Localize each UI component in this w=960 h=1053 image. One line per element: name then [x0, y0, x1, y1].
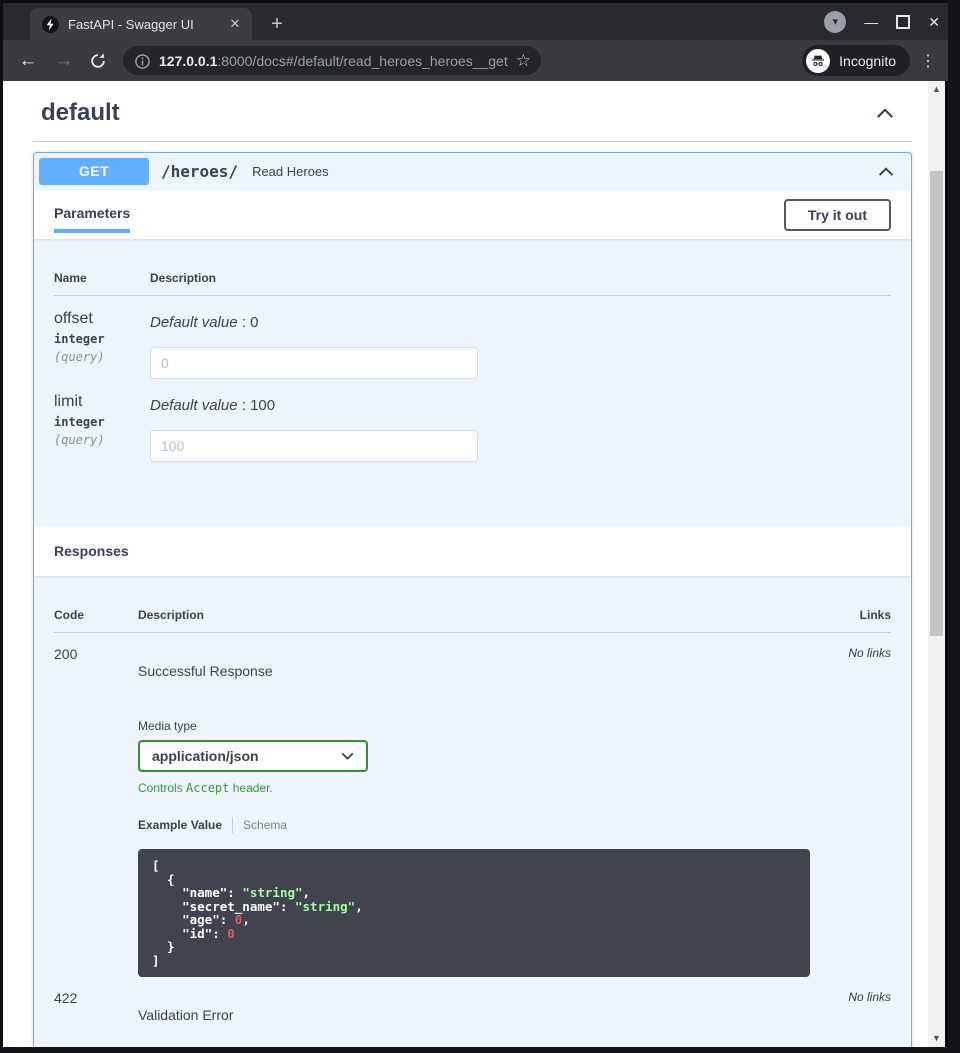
resp-col-code: Code — [54, 608, 138, 622]
window-minimize-button[interactable]: — — [864, 14, 878, 30]
window-close-button[interactable]: ✕ — [928, 14, 940, 31]
new-tab-button[interactable]: + — [265, 13, 289, 37]
param-type: integer — [54, 332, 150, 346]
api-section-title: default — [41, 99, 120, 127]
resp-col-links: Links — [811, 608, 891, 622]
responses-title: Responses — [34, 526, 911, 576]
media-type-select[interactable]: application/json — [138, 740, 368, 772]
opblock-collapse-icon[interactable] — [878, 166, 894, 177]
address-bar[interactable]: 127.0.0.1:8000/docs#/default/read_heroes… — [123, 46, 541, 75]
accept-header-note: Controls Accept header. — [138, 781, 811, 795]
browser-toolbar: ← → 127.0.0.1:8000/docs#/default/read_he… — [3, 40, 948, 81]
param-location: (query) — [54, 433, 150, 447]
browser-update-icon[interactable]: ▾ — [824, 11, 846, 33]
try-it-out-button[interactable]: Try it out — [784, 199, 891, 231]
param-default: Default value : 0 — [150, 314, 891, 331]
scrollbar-up-icon[interactable]: ▲ — [928, 81, 945, 98]
tab-parameters[interactable]: Parameters — [54, 205, 130, 233]
browser-tab[interactable]: FastAPI - Swagger UI ✕ — [30, 8, 252, 40]
browser-titlebar: FastAPI - Swagger UI ✕ + ▾ — ✕ — [3, 3, 948, 40]
example-code: [ { "name": "string", "secret_name": "st… — [138, 849, 810, 977]
section-divider — [33, 141, 912, 142]
site-info-icon[interactable] — [135, 54, 150, 69]
active-tab-underline — [54, 229, 130, 233]
http-method-badge: GET — [39, 158, 149, 185]
param-default: Default value : 100 — [150, 397, 891, 414]
scrollbar-down-icon[interactable]: ▼ — [928, 1030, 945, 1047]
forward-icon: → — [53, 50, 75, 72]
param-limit-input[interactable] — [150, 430, 478, 462]
incognito-badge: Incognito — [802, 45, 910, 76]
tab-example-value[interactable]: Example Value — [138, 818, 222, 832]
tab-schema[interactable]: Schema — [243, 818, 287, 832]
incognito-label: Incognito — [839, 53, 896, 69]
endpoint-summary: Read Heroes — [252, 164, 329, 179]
section-collapse-icon[interactable] — [876, 107, 894, 119]
params-col-description: Description — [150, 271, 891, 285]
fastapi-favicon-icon — [42, 16, 59, 33]
response-links: No links — [811, 646, 891, 977]
chevron-down-icon — [341, 752, 354, 760]
response-row-200: 200 Successful Response Media type appli… — [54, 633, 891, 977]
scrollbar-thumb[interactable] — [930, 171, 943, 636]
opblock-header[interactable]: GET /heroes/ Read Heroes — [34, 153, 911, 190]
param-location: (query) — [54, 350, 150, 364]
swagger-page: default GET /heroes/ Read Heroes — [3, 81, 945, 1047]
url-text: 127.0.0.1:8000/docs#/default/read_heroes… — [159, 53, 508, 69]
window-maximize-button[interactable] — [896, 15, 910, 29]
back-icon[interactable]: ← — [17, 50, 39, 72]
param-name: limit — [54, 393, 150, 411]
resp-col-description: Description — [138, 608, 811, 622]
response-description: Validation Error — [138, 1007, 811, 1023]
param-offset-input[interactable] — [150, 347, 478, 379]
page-scrollbar[interactable]: ▲ ▼ — [928, 81, 945, 1047]
tab-title: FastAPI - Swagger UI — [68, 17, 226, 32]
params-col-name: Name — [54, 271, 150, 285]
incognito-icon — [806, 49, 830, 73]
get-heroes-opblock: GET /heroes/ Read Heroes Parameters — [33, 152, 912, 1047]
response-description: Successful Response — [138, 663, 811, 679]
tab-close-icon[interactable]: ✕ — [226, 15, 244, 33]
response-code: 200 — [54, 646, 138, 977]
endpoint-path: /heroes/ — [161, 162, 238, 181]
param-name: offset — [54, 310, 150, 328]
bookmark-star-icon[interactable]: ☆ — [516, 51, 531, 71]
browser-menu-icon[interactable]: ⋮ — [920, 51, 936, 71]
param-row-limit: limit integer (query) Default value : 10… — [54, 379, 891, 462]
media-type-label: Media type — [138, 719, 811, 733]
param-row-offset: offset integer (query) Default value : 0 — [54, 296, 891, 379]
param-type: integer — [54, 415, 150, 429]
tab-separator — [232, 817, 233, 833]
browser-window: FastAPI - Swagger UI ✕ + ▾ — ✕ ← → 127.0… — [0, 0, 948, 1047]
reload-icon[interactable] — [89, 52, 111, 70]
response-code: 422 — [54, 990, 138, 1023]
response-links: No links — [811, 990, 891, 1023]
response-row-422: 422 Validation Error No links — [54, 977, 891, 1023]
